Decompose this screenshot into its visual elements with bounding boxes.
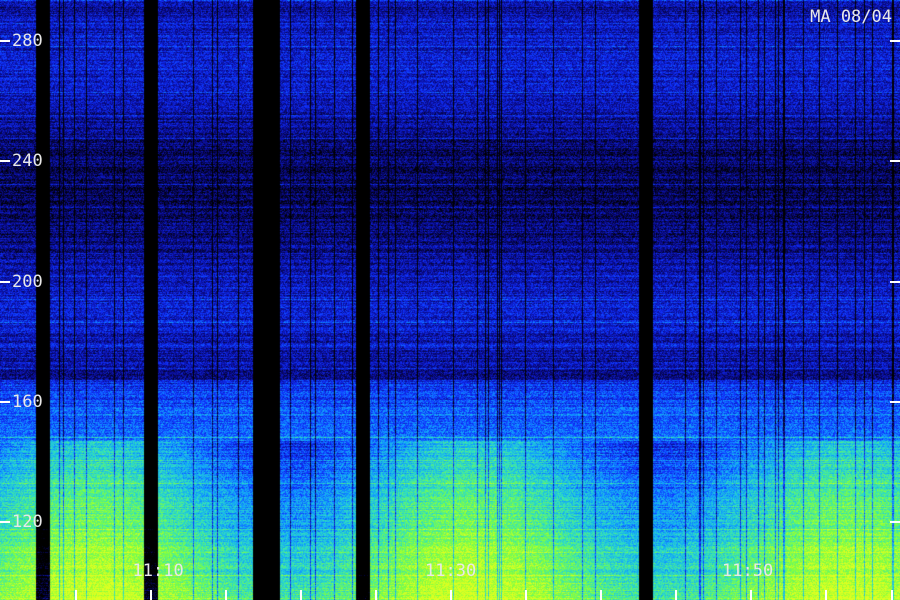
- x-tick-mark: [600, 590, 603, 600]
- y-tick-label: 200: [12, 271, 43, 292]
- x-tick-mark: [524, 590, 527, 600]
- y-tick-label: 280: [12, 31, 43, 51]
- y-tick-label: 120: [12, 512, 43, 532]
- y-tick-label: 160: [12, 391, 43, 412]
- y-tick-mark: [0, 400, 10, 403]
- y-tick-mark-right: [890, 400, 900, 403]
- x-tick-mark: [891, 590, 893, 600]
- y-tick-mark-right: [890, 521, 900, 523]
- x-tick-label: 11:30: [425, 561, 477, 581]
- spectrogram-heatmap: [0, 0, 900, 600]
- spectrogram-chart: MA 08/04 280 240 200 160 120 11:10 11:30 11:50: [0, 0, 900, 600]
- x-tick-mark: [375, 590, 378, 600]
- x-tick-label: 11:50: [722, 561, 774, 581]
- y-tick-mark-right: [890, 280, 900, 283]
- y-tick-label: 240: [12, 151, 43, 172]
- y-tick-mark: [0, 521, 10, 523]
- x-tick-mark: [450, 590, 452, 600]
- x-tick-mark: [74, 590, 77, 600]
- x-tick-mark: [299, 590, 302, 600]
- y-tick-mark-right: [890, 160, 900, 163]
- x-tick-mark: [749, 590, 752, 600]
- chart-tag: MA 08/04: [810, 7, 892, 27]
- y-tick-mark: [0, 40, 10, 42]
- x-tick-mark: [150, 590, 153, 600]
- y-tick-mark-right: [890, 40, 900, 42]
- x-tick-mark: [825, 590, 828, 600]
- y-tick-mark: [0, 160, 10, 163]
- x-tick-mark: [675, 590, 677, 600]
- y-tick-mark: [0, 280, 10, 283]
- x-tick-mark: [225, 590, 227, 600]
- x-tick-label: 11:10: [132, 561, 184, 581]
